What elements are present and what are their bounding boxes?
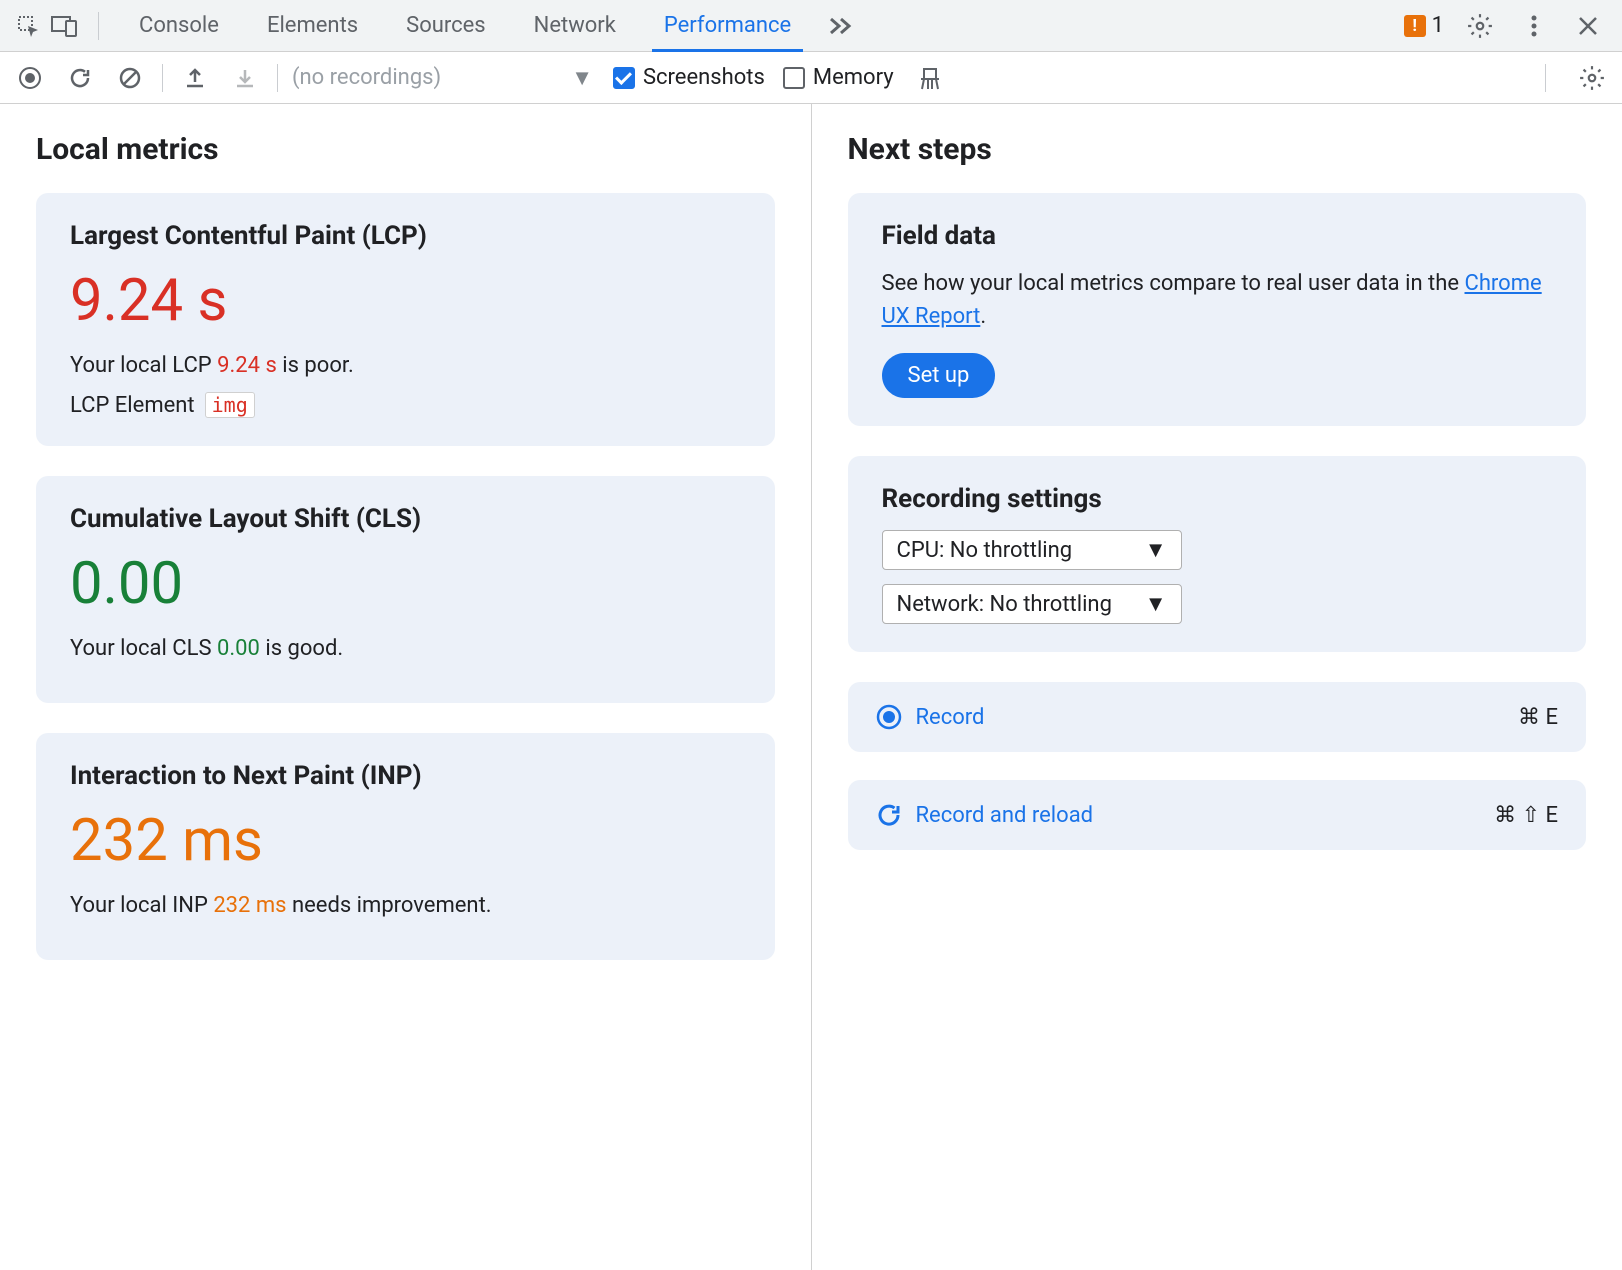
issues-count: 1 — [1432, 13, 1444, 38]
performance-toolbar: (no recordings) ▼ Screenshots Memory — [0, 52, 1622, 104]
garbage-collect-icon[interactable] — [912, 60, 948, 96]
lcp-element-tag[interactable]: img — [205, 392, 255, 418]
issues-badge[interactable]: ! 1 — [1404, 13, 1444, 38]
cls-card: Cumulative Layout Shift (CLS) 0.00 Your … — [36, 476, 775, 703]
field-data-card: Field data See how your local metrics co… — [848, 193, 1587, 426]
field-data-title: Field data — [882, 221, 1553, 251]
recording-settings-title: Recording settings — [882, 484, 1553, 514]
tab-performance[interactable]: Performance — [640, 0, 815, 52]
upload-icon[interactable] — [177, 60, 213, 96]
lcp-title: Largest Contentful Paint (LCP) — [70, 221, 741, 251]
record-reload-shortcut: ⌘ ⇧ E — [1494, 803, 1558, 828]
field-data-description: See how your local metrics compare to re… — [882, 267, 1553, 333]
setup-button[interactable]: Set up — [882, 353, 996, 398]
local-metrics-panel: Local metrics Largest Contentful Paint (… — [0, 104, 811, 1270]
memory-checkbox[interactable]: Memory — [783, 65, 894, 90]
record-shortcut: ⌘ E — [1518, 705, 1558, 730]
next-steps-title: Next steps — [848, 132, 1587, 167]
record-label: Record — [916, 705, 985, 730]
cls-title: Cumulative Layout Shift (CLS) — [70, 504, 741, 534]
inspect-element-icon[interactable] — [10, 8, 46, 44]
network-throttling-select[interactable]: Network: No throttling▼ — [882, 584, 1182, 624]
tabs-more-icon[interactable] — [815, 0, 865, 52]
record-icon[interactable] — [12, 60, 48, 96]
record-circle-icon — [876, 704, 902, 730]
lcp-element-label: LCP Element — [70, 393, 195, 418]
cls-description: Your local CLS 0.00 is good. — [70, 636, 741, 661]
cls-value: 0.00 — [70, 550, 741, 618]
devtools-tabbar: Console Elements Sources Network Perform… — [0, 0, 1622, 52]
recordings-label: (no recordings) — [292, 65, 441, 90]
reload-icon[interactable] — [62, 60, 98, 96]
inp-title: Interaction to Next Paint (INP) — [70, 761, 741, 791]
recording-settings-card: Recording settings CPU: No throttling▼ N… — [848, 456, 1587, 652]
clear-icon[interactable] — [112, 60, 148, 96]
lcp-value: 9.24 s — [70, 267, 741, 335]
tab-sources[interactable]: Sources — [382, 0, 510, 52]
tab-console[interactable]: Console — [115, 0, 243, 52]
close-icon[interactable] — [1570, 8, 1606, 44]
screenshots-label: Screenshots — [643, 65, 765, 90]
record-reload-action-card[interactable]: Record and reload ⌘ ⇧ E — [848, 780, 1587, 850]
download-icon[interactable] — [227, 60, 263, 96]
settings-icon[interactable] — [1462, 8, 1498, 44]
record-reload-label: Record and reload — [916, 803, 1094, 828]
memory-label: Memory — [813, 65, 894, 90]
tab-elements[interactable]: Elements — [243, 0, 382, 52]
lcp-card: Largest Contentful Paint (LCP) 9.24 s Yo… — [36, 193, 775, 446]
next-steps-panel: Next steps Field data See how your local… — [812, 104, 1622, 1270]
panel-settings-icon[interactable] — [1574, 60, 1610, 96]
inp-value: 232 ms — [70, 807, 741, 875]
recordings-dropdown[interactable]: (no recordings) ▼ — [292, 65, 593, 91]
lcp-description: Your local LCP 9.24 s is poor. — [70, 353, 741, 378]
inp-description: Your local INP 232 ms needs improvement. — [70, 893, 741, 918]
tab-network[interactable]: Network — [510, 0, 640, 52]
record-action-card[interactable]: Record ⌘ E — [848, 682, 1587, 752]
device-toggle-icon[interactable] — [46, 8, 82, 44]
inp-card: Interaction to Next Paint (INP) 232 ms Y… — [36, 733, 775, 960]
local-metrics-title: Local metrics — [36, 132, 775, 167]
reload-icon — [876, 802, 902, 828]
screenshots-checkbox[interactable]: Screenshots — [613, 65, 765, 90]
more-menu-icon[interactable] — [1516, 8, 1552, 44]
cpu-throttling-select[interactable]: CPU: No throttling▼ — [882, 530, 1182, 570]
